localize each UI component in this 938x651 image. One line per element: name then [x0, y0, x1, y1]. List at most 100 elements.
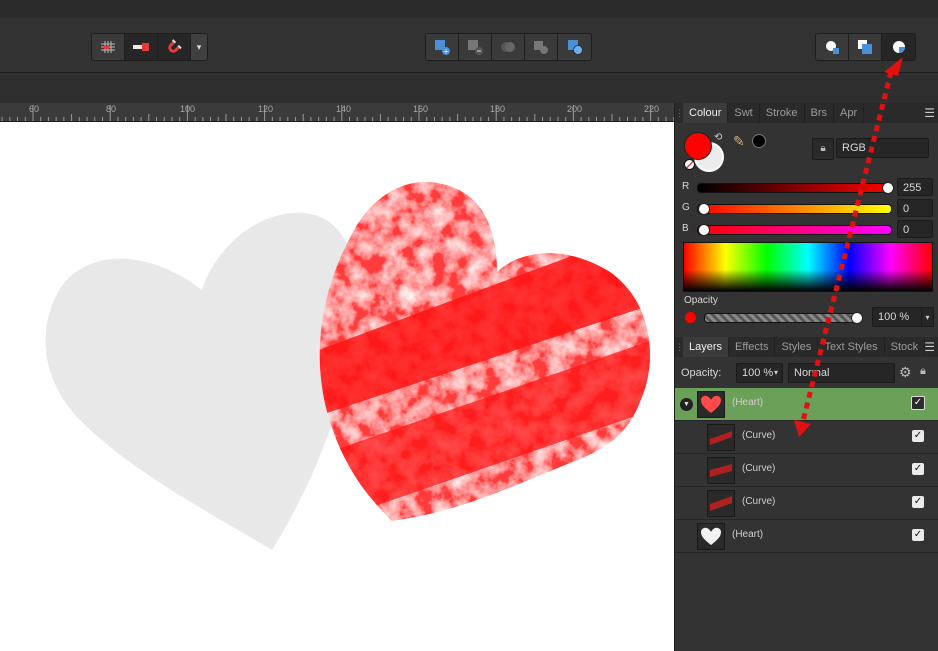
ruler-label: 200: [567, 104, 583, 114]
tab-appearance[interactable]: Apr: [834, 103, 865, 123]
boolean-subtract-icon[interactable]: [459, 34, 492, 60]
document-canvas[interactable]: [0, 122, 674, 651]
opacity-slider[interactable]: [704, 312, 863, 324]
layer-thumbnail: [707, 424, 735, 451]
tab-stock[interactable]: Stock: [885, 337, 926, 357]
boolean-xor-icon[interactable]: [525, 34, 558, 60]
tab-swatches[interactable]: Swt: [728, 103, 760, 123]
opacity-colour-dot: [685, 312, 696, 323]
layer-name: (Heart): [732, 397, 764, 408]
layer-thumbnail: [707, 457, 735, 484]
snapping-options-icon[interactable]: [125, 34, 158, 60]
g-channel-value[interactable]: 0: [897, 199, 933, 217]
ghost-heart-shape[interactable]: [45, 212, 357, 550]
panel-menu-icon[interactable]: ☰: [924, 337, 935, 357]
horizontal-ruler[interactable]: 60 80 100 120 140 160 180 200 220: [0, 103, 674, 122]
g-channel-label: G: [682, 202, 690, 213]
r-channel-label: R: [682, 181, 690, 192]
ruler-label: 120: [258, 104, 274, 114]
svg-text:+: +: [443, 48, 449, 56]
r-channel-value[interactable]: 255: [897, 178, 933, 196]
colour-tab-bar: ⋮ Colour Swt Stroke Brs Apr ☰: [675, 103, 938, 123]
layer-visibility-checkbox[interactable]: ✓: [912, 529, 924, 541]
layer-name: (Curve): [742, 463, 776, 474]
tab-colour[interactable]: Colour: [683, 103, 729, 123]
fill-stroke-swatches[interactable]: ⟲: [684, 132, 724, 172]
tab-brushes[interactable]: Brs: [805, 103, 835, 123]
layer-name: (Curve): [742, 430, 776, 441]
r-channel-slider[interactable]: [697, 182, 894, 194]
layer-row-curve[interactable]: (Curve) ✓: [675, 454, 938, 487]
lock-icon[interactable]: 🔒︎: [812, 138, 834, 160]
insert-top-icon[interactable]: [849, 34, 882, 60]
layer-row-curve[interactable]: (Curve) ✓: [675, 421, 938, 454]
layer-opacity-dropdown-icon[interactable]: ▾: [774, 364, 778, 382]
b-channel-knob[interactable]: [698, 224, 710, 236]
tab-layers[interactable]: Layers: [683, 337, 730, 357]
picked-colour-swatch[interactable]: [752, 134, 766, 148]
opacity-dropdown-icon[interactable]: ▾: [921, 307, 934, 327]
layer-name: (Heart): [732, 529, 764, 540]
g-channel-slider[interactable]: [697, 203, 892, 215]
layer-visibility-checkbox[interactable]: ✓: [912, 496, 924, 508]
chevron-down-icon: ▾: [196, 41, 202, 52]
insert-behind-icon[interactable]: [816, 34, 849, 60]
boolean-divide-icon[interactable]: [558, 34, 591, 60]
colour-spectrum[interactable]: [683, 242, 933, 292]
eyedropper-icon[interactable]: ✎: [733, 133, 745, 150]
title-strip: [0, 0, 938, 18]
layer-thumbnail: [697, 391, 725, 418]
tab-text-styles[interactable]: Text Styles: [818, 337, 885, 357]
no-colour-icon[interactable]: [684, 159, 695, 170]
layer-visibility-checkbox[interactable]: ✓: [912, 463, 924, 475]
ruler-label: 220: [644, 104, 660, 114]
ruler-label: 60: [29, 104, 40, 114]
snapping-grid-icon[interactable]: [92, 34, 125, 60]
swap-colours-icon[interactable]: ⟲: [714, 132, 722, 143]
b-channel-label: B: [682, 223, 689, 234]
layer-row-curve[interactable]: (Curve) ✓: [675, 487, 938, 520]
main-toolbar: ▾ +: [0, 0, 938, 73]
panel-menu-icon[interactable]: ☰: [924, 103, 935, 123]
opacity-label: Opacity: [684, 295, 718, 306]
g-channel-knob[interactable]: [698, 203, 710, 215]
layer-row-heart[interactable]: (Heart) ✓: [675, 520, 938, 553]
snapping-magnet-icon[interactable]: [158, 34, 191, 60]
boolean-intersect-icon[interactable]: [492, 34, 525, 60]
gear-icon[interactable]: ⚙: [899, 364, 912, 381]
ruler-label: 180: [490, 104, 506, 114]
insert-inside-icon[interactable]: [882, 34, 915, 60]
panel-grip-icon[interactable]: ⋮: [675, 337, 684, 357]
tab-styles[interactable]: Styles: [775, 337, 819, 357]
opacity-knob[interactable]: [851, 312, 863, 324]
boolean-toolbar-group: +: [425, 33, 592, 61]
boolean-add-icon[interactable]: +: [426, 34, 459, 60]
tab-effects[interactable]: Effects: [729, 337, 776, 357]
ruler-label: 160: [413, 104, 429, 114]
layer-visibility-checkbox[interactable]: ✓: [911, 396, 925, 410]
layer-name: (Curve): [742, 496, 776, 507]
layer-thumbnail: [697, 523, 725, 550]
panel-grip-icon[interactable]: ⋮: [675, 103, 684, 123]
lock-icon[interactable]: 🔒︎: [920, 365, 926, 378]
blend-mode-select[interactable]: Normal: [788, 363, 895, 383]
layer-row-heart-selected[interactable]: ▼ (Heart) ✓: [675, 388, 938, 421]
insert-mode-toolbar-group: [815, 33, 916, 61]
layers-tab-bar: ⋮ Layers Effects Styles Text Styles Stoc…: [675, 337, 938, 357]
ruler-label: 140: [336, 104, 352, 114]
r-channel-knob[interactable]: [882, 182, 894, 194]
tab-stroke[interactable]: Stroke: [760, 103, 805, 123]
layer-visibility-checkbox[interactable]: ✓: [912, 430, 924, 442]
b-channel-value[interactable]: 0: [897, 220, 933, 238]
snapping-toolbar-group: ▾: [91, 33, 208, 61]
snapping-dropdown-button[interactable]: ▾: [191, 34, 207, 60]
fill-swatch[interactable]: [684, 132, 712, 160]
ruler-label: 80: [106, 104, 117, 114]
b-channel-slider[interactable]: [697, 224, 892, 236]
red-heart-shape[interactable]: [300, 172, 674, 532]
context-toolbar: [0, 73, 674, 103]
colour-model-select[interactable]: RGB: [836, 138, 929, 158]
expand-arrow-icon[interactable]: ▼: [680, 398, 693, 411]
opacity-value-field[interactable]: 100 %: [872, 307, 922, 327]
layer-thumbnail: [707, 490, 735, 517]
